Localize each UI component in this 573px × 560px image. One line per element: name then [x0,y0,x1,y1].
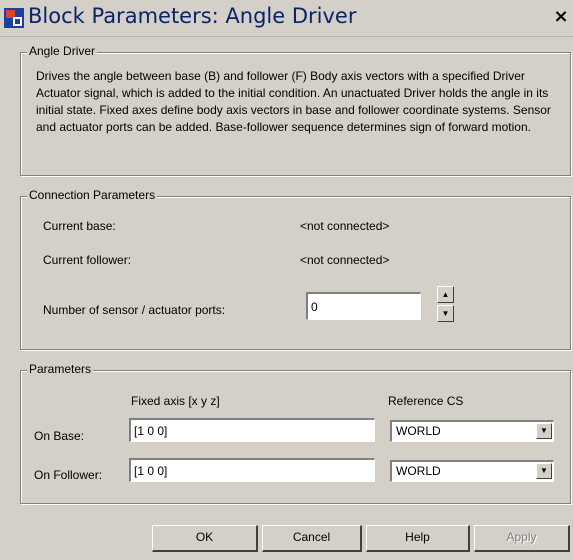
ports-spin-down-button[interactable]: ▼ [437,305,454,322]
cancel-button[interactable]: Cancel [262,525,362,552]
close-button[interactable]: × [551,6,571,28]
on-base-cs-value: WORLD [396,424,441,438]
on-follower-cs-value: WORLD [396,464,441,478]
app-icon [4,8,24,28]
current-base-value: <not connected> [300,219,390,233]
parameters-legend: Parameters [27,362,94,376]
ok-button[interactable]: OK [152,525,258,552]
on-follower-label: On Follower: [34,468,103,482]
on-base-axis-input[interactable] [129,418,375,442]
connection-legend: Connection Parameters [27,188,158,202]
on-base-cs-select[interactable]: WORLD ▼ [390,420,554,442]
title-bar: Block Parameters: Angle Driver × [0,0,573,37]
ports-spin-up-button[interactable]: ▲ [437,286,454,303]
window-title: Block Parameters: Angle Driver [28,4,357,28]
fixed-axis-header: Fixed axis [x y z] [131,394,220,408]
dropdown-arrow-icon[interactable]: ▼ [536,463,552,479]
ports-input[interactable] [306,292,421,320]
apply-button[interactable]: Apply [474,525,570,552]
current-base-label: Current base: [43,219,116,233]
help-button[interactable]: Help [366,525,470,552]
on-follower-axis-input[interactable] [129,458,375,482]
ports-label: Number of sensor / actuator ports: [43,303,226,317]
description-legend: Angle Driver [27,44,98,58]
current-follower-value: <not connected> [300,253,390,267]
chevron-up-icon: ▲ [441,290,450,299]
on-base-label: On Base: [34,429,85,443]
on-follower-cs-select[interactable]: WORLD ▼ [390,460,554,482]
chevron-down-icon: ▼ [441,309,450,318]
current-follower-label: Current follower: [43,253,132,267]
reference-cs-header: Reference CS [388,394,464,408]
dropdown-arrow-icon[interactable]: ▼ [536,423,552,439]
description-text: Drives the angle between base (B) and fo… [36,69,551,134]
